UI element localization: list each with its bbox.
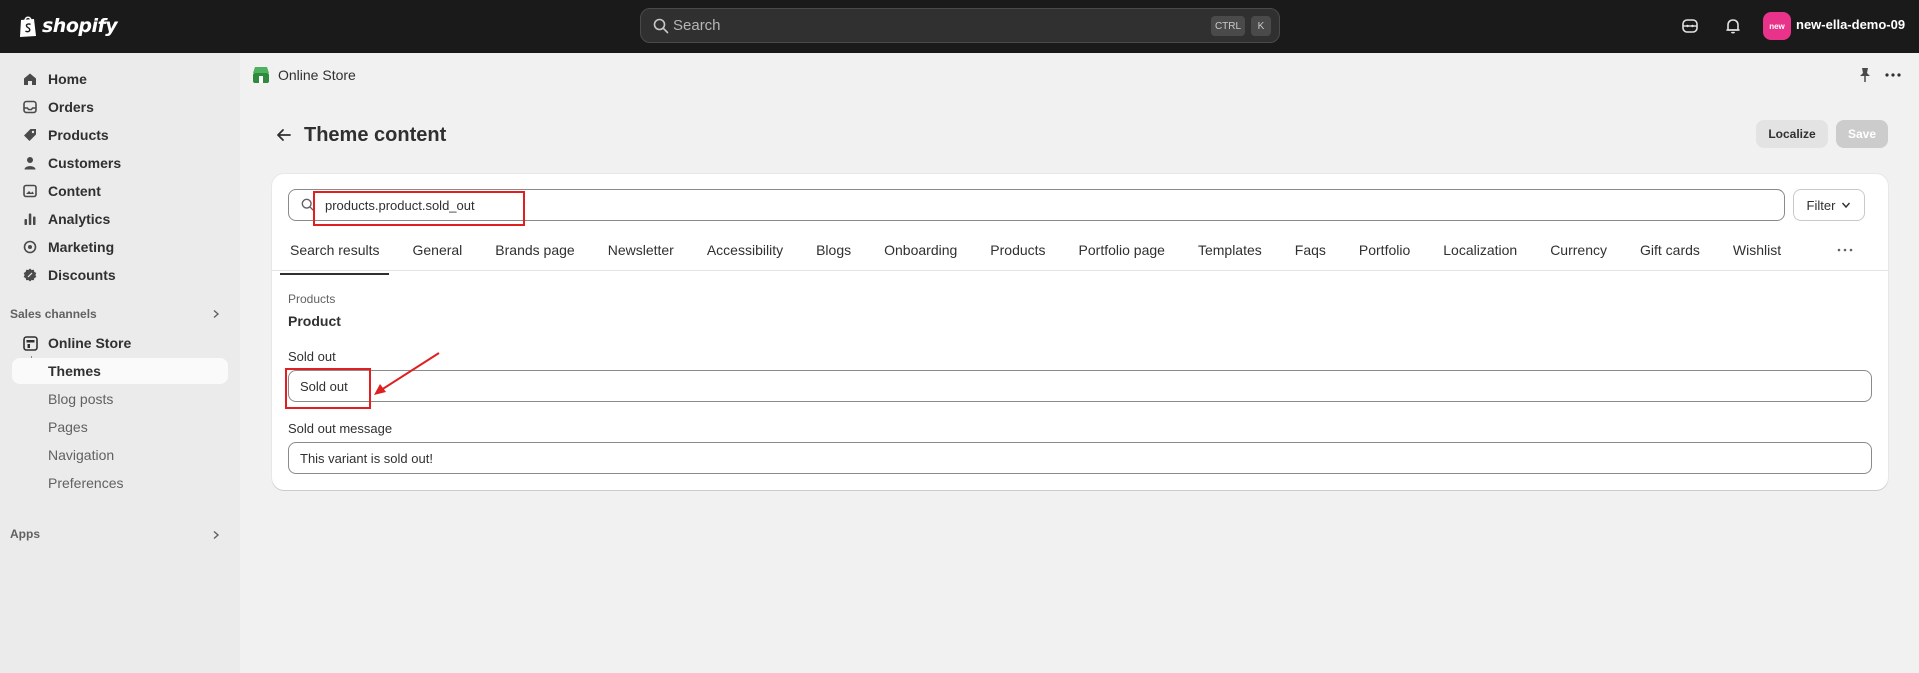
- sold-out-highlight-box: [285, 368, 371, 409]
- more-horizontal-icon[interactable]: [1884, 69, 1902, 81]
- tab-currency[interactable]: Currency: [1540, 230, 1617, 270]
- home-icon: [22, 71, 38, 87]
- sidebar-item-label: Pages: [48, 419, 88, 435]
- tab-products[interactable]: Products: [980, 230, 1055, 270]
- sold-out-input[interactable]: [288, 370, 1872, 402]
- tab-blogs[interactable]: Blogs: [806, 230, 861, 270]
- chevron-down-icon: [1842, 202, 1851, 209]
- sidebar-item-analytics[interactable]: Analytics: [12, 206, 228, 232]
- sidebar: Home Orders Products Customers Content A…: [0, 53, 240, 673]
- tab-onboarding[interactable]: Onboarding: [874, 230, 967, 270]
- back-arrow-icon[interactable]: [276, 127, 292, 143]
- shortcut-k: K: [1251, 16, 1271, 36]
- tab-portfolio-page[interactable]: Portfolio page: [1069, 230, 1175, 270]
- search-highlight-box: [313, 191, 525, 226]
- apps-label[interactable]: Apps: [10, 527, 40, 541]
- sidebar-item-discounts[interactable]: Discounts: [12, 262, 228, 288]
- sidebar-item-navigation[interactable]: Navigation: [12, 442, 228, 468]
- annotation-arrow: [374, 352, 440, 395]
- group-label: Products: [288, 292, 336, 306]
- search-input[interactable]: [673, 9, 1093, 42]
- more-horizontal-icon: [1837, 248, 1853, 252]
- content-icon: [22, 183, 38, 199]
- top-bar: shopify CTRL K new new-ella-demo-09: [0, 0, 1919, 53]
- store-avatar[interactable]: new: [1763, 12, 1791, 40]
- sidebar-item-pages[interactable]: Pages: [12, 414, 228, 440]
- chevron-right-icon[interactable]: [211, 530, 221, 540]
- pin-icon[interactable]: [1858, 67, 1872, 83]
- sales-channels-label[interactable]: Sales channels: [10, 307, 97, 321]
- tab-newsletter[interactable]: Newsletter: [598, 230, 684, 270]
- bell-icon[interactable]: [1722, 15, 1744, 37]
- chevron-right-icon[interactable]: [211, 309, 221, 319]
- sidebar-item-label: Blog posts: [48, 391, 114, 407]
- tab-more-button[interactable]: [1837, 230, 1853, 270]
- sidebar-item-themes[interactable]: Themes: [12, 358, 228, 384]
- filter-button-label: Filter: [1806, 197, 1836, 213]
- tab-divider: [272, 270, 1888, 271]
- sidebar-item-label: Home: [48, 71, 87, 87]
- sidebar-item-preferences[interactable]: Preferences: [12, 470, 228, 496]
- tab-general[interactable]: General: [402, 230, 472, 270]
- tab-portfolio[interactable]: Portfolio: [1349, 230, 1420, 270]
- tag-icon: [22, 127, 38, 143]
- sidebar-item-customers[interactable]: Customers: [12, 150, 228, 176]
- sidebar-item-orders[interactable]: Orders: [12, 94, 228, 120]
- sidebar-item-products[interactable]: Products: [12, 122, 228, 148]
- person-icon: [22, 155, 38, 171]
- sidebar-item-label: Preferences: [48, 475, 124, 491]
- sidebar-item-content[interactable]: Content: [12, 178, 228, 204]
- sidebar-item-label: Discounts: [48, 267, 116, 283]
- shopify-logo[interactable]: shopify: [18, 13, 118, 39]
- page-title: Theme content: [304, 123, 447, 146]
- breadcrumb: Online Store: [252, 64, 356, 86]
- filter-button[interactable]: Filter: [1793, 189, 1865, 221]
- tab-localization[interactable]: Localization: [1433, 230, 1527, 270]
- sold-out-label: Sold out: [288, 349, 336, 364]
- sidebar-item-online-store[interactable]: Online Store: [12, 330, 228, 356]
- shortcut-ctrl: CTRL: [1211, 16, 1245, 36]
- page-header: Theme content: [276, 120, 446, 150]
- sidebar-item-label: Marketing: [48, 239, 115, 255]
- search-icon: [653, 18, 669, 34]
- tab-faqs[interactable]: Faqs: [1285, 230, 1336, 270]
- sidebar-item-home[interactable]: Home: [12, 66, 228, 92]
- sidebar-item-label: Online Store: [48, 335, 132, 351]
- logo-text: shopify: [42, 15, 118, 37]
- tab-bar: Search results General Brands page Newsl…: [280, 230, 1804, 275]
- global-search[interactable]: CTRL K: [640, 8, 1280, 43]
- sidebar-item-blog-posts[interactable]: Blog posts: [12, 386, 228, 412]
- sidebar-item-label: Products: [48, 127, 109, 143]
- shopify-bag-icon: [20, 16, 36, 37]
- breadcrumb-label[interactable]: Online Store: [278, 67, 356, 83]
- sidebar-item-label: Orders: [48, 99, 94, 115]
- online-store-icon: [22, 335, 38, 351]
- tab-wishlist[interactable]: Wishlist: [1723, 230, 1791, 270]
- sold-out-message-input[interactable]: [288, 442, 1872, 474]
- store-name[interactable]: new-ella-demo-09: [1796, 17, 1905, 32]
- target-icon: [22, 239, 38, 255]
- group-title: Product: [288, 313, 341, 329]
- sidebar-item-label: Navigation: [48, 447, 115, 463]
- sidebar-item-label: Analytics: [48, 211, 111, 227]
- online-store-app-icon: [253, 67, 269, 83]
- localize-button[interactable]: Localize: [1756, 120, 1828, 148]
- sidebar-item-label: Customers: [48, 155, 122, 171]
- tab-accessibility[interactable]: Accessibility: [697, 230, 793, 270]
- tab-gift-cards[interactable]: Gift cards: [1630, 230, 1710, 270]
- discount-icon: [22, 267, 38, 283]
- save-button[interactable]: Save: [1836, 120, 1888, 148]
- sidebar-item-label: Content: [48, 183, 101, 199]
- orders-icon: [22, 99, 38, 115]
- sidebar-item-label: Themes: [48, 363, 101, 379]
- sold-out-message-label: Sold out message: [288, 421, 393, 436]
- sidebar-item-marketing[interactable]: Marketing: [12, 234, 228, 260]
- tab-templates[interactable]: Templates: [1188, 230, 1272, 270]
- sidekick-icon[interactable]: [1679, 15, 1701, 37]
- tab-brands-page[interactable]: Brands page: [485, 230, 584, 270]
- bar-chart-icon: [22, 211, 38, 227]
- tab-search-results[interactable]: Search results: [280, 230, 390, 275]
